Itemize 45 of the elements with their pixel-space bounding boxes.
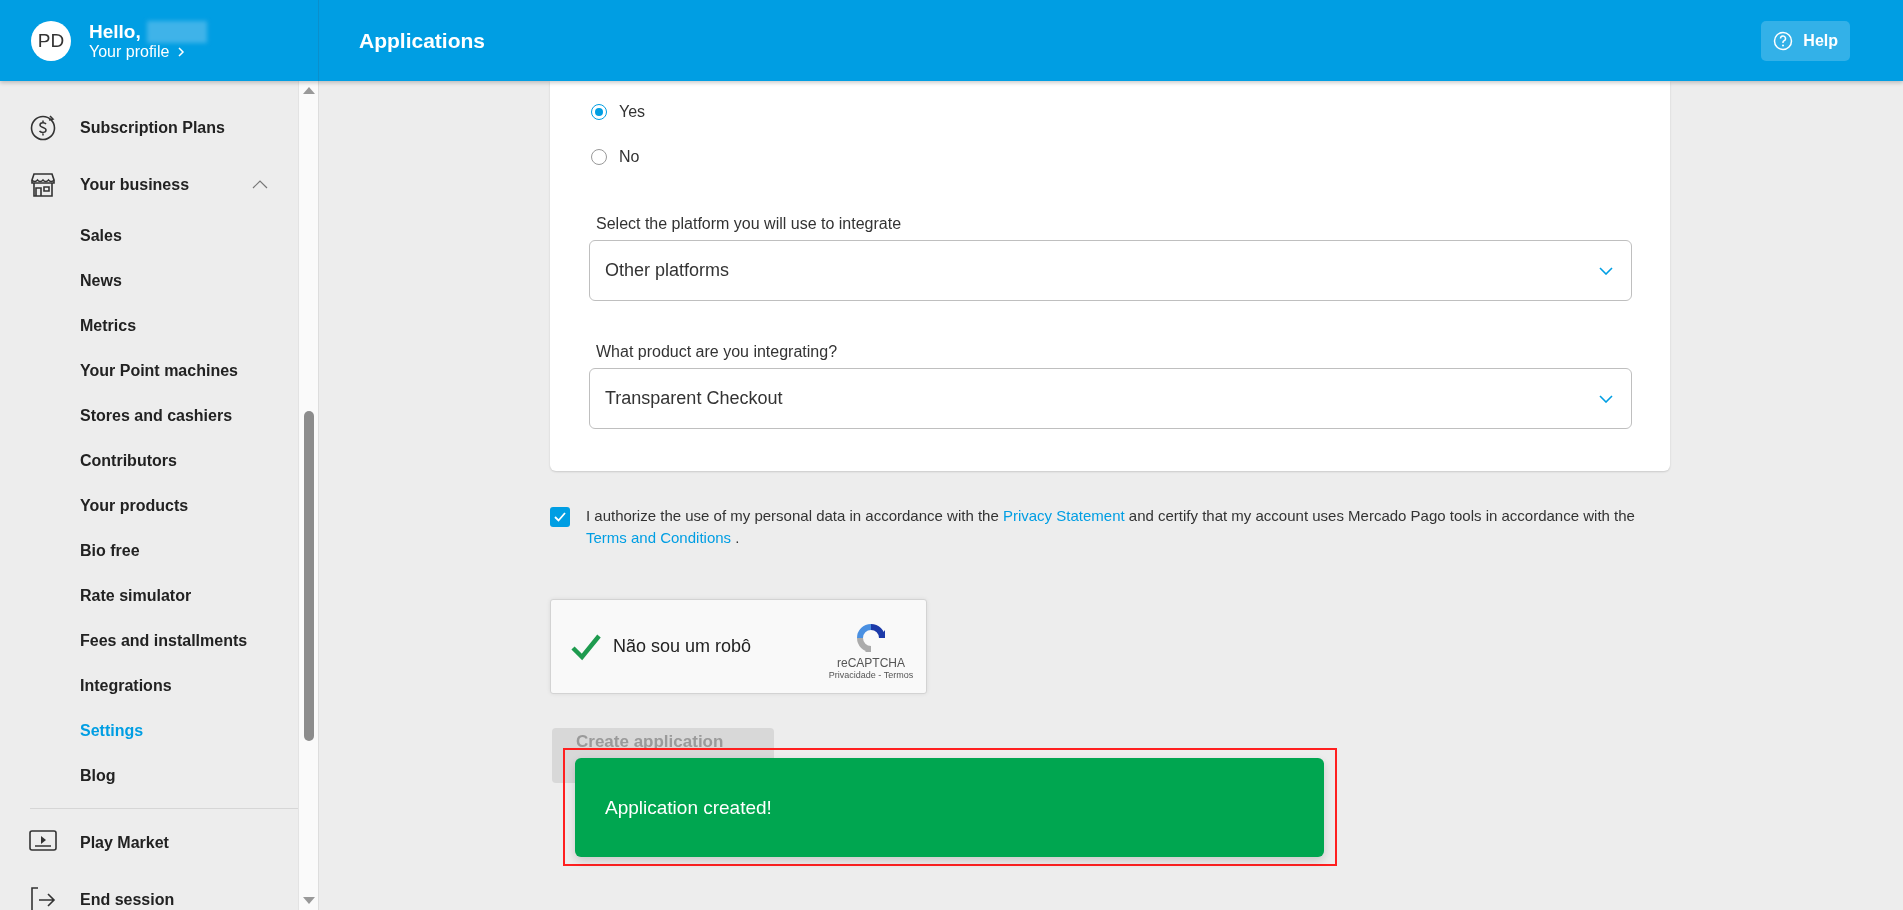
chevron-down-icon — [1599, 394, 1613, 403]
sidebar-subitem[interactable]: Sales — [0, 213, 298, 258]
sidebar-item[interactable]: End session — [0, 871, 298, 910]
sidebar-item[interactable]: Play Market — [0, 814, 298, 871]
sidebar-subitem[interactable]: Blog — [0, 753, 298, 798]
redacted-name — [146, 20, 207, 43]
chevron-icon — [252, 180, 268, 189]
captcha-links[interactable]: Privacidade - Termos — [828, 669, 914, 680]
sidebar-subitem[interactable]: Bio free — [0, 528, 298, 573]
consent-text: I authorize the use of my personal data in accordance with the Privacy Statement and certify that my account uses Mercado Pago tools in accordance with the Terms and Conditions . — [586, 506, 1636, 548]
chevron-right-icon — [177, 46, 186, 57]
radio-label: Yes — [619, 102, 646, 121]
dollar-refresh-icon — [29, 113, 57, 142]
sidebar-subitem[interactable]: Contributors — [0, 438, 298, 483]
field-label: What product are you integrating? — [596, 343, 839, 361]
logout-icon — [29, 885, 57, 910]
sidebar-item[interactable]: Subscription Plans — [0, 99, 298, 156]
consent-checkbox[interactable] — [550, 507, 570, 527]
page-title: Applications — [359, 28, 486, 53]
greeting: Hello, — [89, 20, 141, 43]
recaptcha-widget[interactable]: Não sou um robô reCAPTCHA Privacidade - Termos — [550, 599, 927, 694]
sidebar-subitem[interactable]: Rate simulator — [0, 573, 298, 618]
sidebar-subitem[interactable]: Fees and installments — [0, 618, 298, 663]
select-field[interactable]: Other platforms — [589, 240, 1632, 301]
scroll-down-icon[interactable] — [302, 896, 315, 906]
sidebar-subitem[interactable]: Metrics — [0, 303, 298, 348]
sidebar-subitem[interactable]: Stores and cashiers — [0, 393, 298, 438]
checkmark-icon — [554, 512, 566, 522]
sidebar-subitem[interactable]: News — [0, 258, 298, 303]
radio-label: No — [619, 147, 640, 166]
avatar[interactable]: PD — [31, 20, 71, 61]
success-toast: Application created! — [575, 758, 1324, 857]
scrollbar-thumb[interactable] — [304, 411, 314, 741]
chevron-down-icon — [1599, 266, 1613, 275]
sidebar-item[interactable]: Your business — [0, 156, 298, 213]
select-field[interactable]: Transparent Checkout — [589, 368, 1632, 429]
captcha-label: Não sou um robô — [613, 636, 753, 657]
scroll-up-icon[interactable] — [302, 85, 315, 95]
storefront-icon — [29, 170, 57, 199]
field-label: Select the platform you will use to integrate — [596, 215, 903, 233]
help-icon — [1773, 30, 1794, 51]
sidebar-subitem[interactable]: Integrations — [0, 663, 298, 708]
captcha-brand: reCAPTCHA — [837, 655, 905, 670]
sidebar-subitem[interactable]: Your products — [0, 483, 298, 528]
sidebar-subitem[interactable]: Your Point machines — [0, 348, 298, 393]
